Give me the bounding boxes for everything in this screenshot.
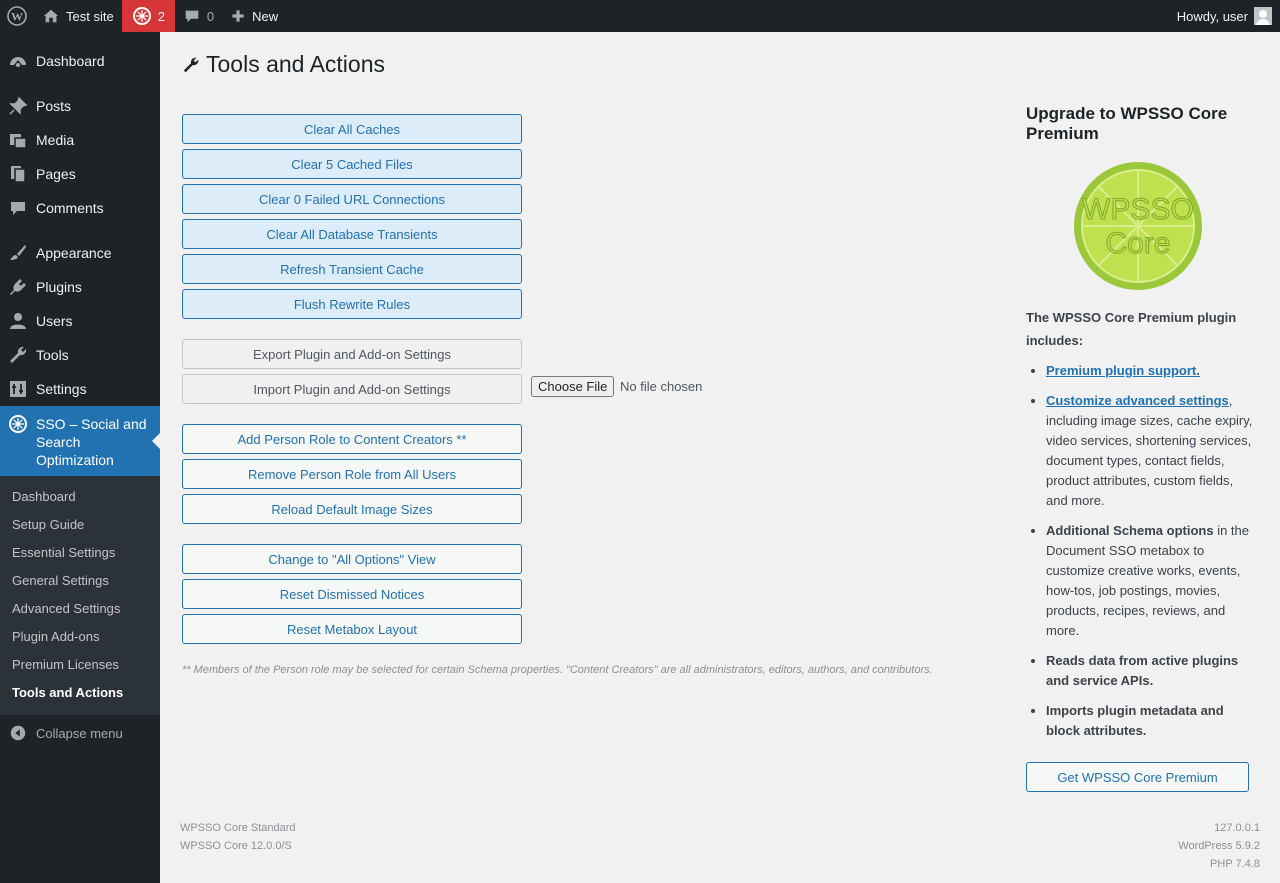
avatar — [1254, 7, 1272, 25]
refresh-transient-cache-button[interactable]: Refresh Transient Cache — [182, 254, 522, 284]
page-title: Tools and Actions — [182, 51, 385, 78]
my-account-link[interactable]: Howdy, user — [1169, 0, 1280, 32]
clear-cached-files-button[interactable]: Clear 5 Cached Files — [182, 149, 522, 179]
premium-support-link[interactable]: Premium plugin support. — [1046, 363, 1200, 378]
upgrade-title: Upgrade to WPSSO Core Premium — [1026, 104, 1228, 143]
comment-icon — [183, 7, 201, 25]
reset-metabox-layout-button[interactable]: Reset Metabox Layout — [182, 614, 522, 644]
sidebar-item-appearance[interactable]: Appearance — [0, 236, 160, 270]
wpsso-core-logo: WPSSO Core — [1074, 162, 1202, 290]
get-premium-button[interactable]: Get WPSSO Core Premium — [1026, 762, 1249, 792]
sso-submenu: Dashboard Setup Guide Essential Settings… — [0, 476, 160, 715]
submenu-item-dashboard[interactable]: Dashboard — [12, 489, 76, 504]
clear-database-transients-button[interactable]: Clear All Database Transients — [182, 219, 522, 249]
sidebar-item-sso[interactable]: SSO – Social and Search Optimization — [0, 406, 160, 476]
site-name-link[interactable]: Test site — [34, 0, 122, 32]
list-item: Premium plugin support. — [1046, 361, 1256, 381]
list-item: Additional Schema options in the Documen… — [1046, 521, 1256, 641]
sidebar-item-settings[interactable]: Settings — [0, 372, 160, 406]
sidebar-item-media[interactable]: Media — [0, 123, 160, 157]
export-settings-button[interactable]: Export Plugin and Add-on Settings — [182, 339, 522, 369]
upgrade-intro: The WPSSO Core Premium plugin includes: — [1026, 310, 1237, 348]
new-content-link[interactable]: New — [222, 0, 286, 32]
brush-icon — [0, 243, 36, 263]
updates-link[interactable]: 2 — [121, 0, 175, 32]
submenu-item-general-settings[interactable]: General Settings — [12, 573, 109, 588]
current-arrow — [152, 433, 160, 449]
file-status: No file chosen — [620, 379, 703, 394]
admin-sidebar: Dashboard Posts Media Pages Comments App… — [0, 32, 160, 883]
reset-dismissed-notices-button[interactable]: Reset Dismissed Notices — [182, 579, 522, 609]
main-content: Tools and Actions Clear All Caches Clear… — [160, 32, 1280, 883]
user-icon — [0, 311, 36, 331]
feature-list: Premium plugin support. Customize advanc… — [1026, 361, 1256, 751]
remove-person-role-button[interactable]: Remove Person Role from All Users — [182, 459, 522, 489]
footnote: ** Members of the Person role may be sel… — [182, 664, 933, 676]
media-icon — [0, 130, 36, 150]
settings-icon — [0, 379, 36, 399]
wordpress-icon: W — [7, 6, 27, 26]
add-person-role-button[interactable]: Add Person Role to Content Creators ** — [182, 424, 522, 454]
footer-left: WPSSO Core Standard WPSSO Core 12.0.0/S — [180, 822, 296, 852]
list-item: Imports plugin metadata and block attrib… — [1046, 701, 1256, 741]
wpsso-icon — [132, 6, 152, 26]
comment-icon — [0, 198, 36, 218]
list-item: Reads data from active plugins and servi… — [1046, 651, 1256, 691]
plugin-icon — [0, 277, 36, 297]
customize-settings-link[interactable]: Customize advanced settings — [1046, 393, 1229, 408]
sidebar-item-comments[interactable]: Comments — [0, 191, 160, 225]
submenu-item-setup-guide[interactable]: Setup Guide — [12, 517, 84, 532]
submenu-item-premium-licenses[interactable]: Premium Licenses — [12, 657, 119, 672]
dashboard-icon — [0, 51, 36, 71]
sidebar-item-dashboard[interactable]: Dashboard — [0, 44, 160, 78]
collapse-menu-button[interactable]: Collapse menu — [0, 721, 160, 745]
wordpress-logo-button[interactable]: W — [0, 0, 34, 32]
admin-bar: W Test site 2 0 New Howdy, user — [0, 0, 1280, 32]
logo-text: Core — [1105, 227, 1170, 260]
list-item: Customize advanced settings, including i… — [1046, 391, 1256, 511]
submenu-item-advanced-settings[interactable]: Advanced Settings — [12, 601, 120, 616]
submenu-item-tools-and-actions[interactable]: Tools and Actions — [12, 685, 123, 700]
import-settings-button[interactable]: Import Plugin and Add-on Settings — [182, 374, 522, 404]
logo-text: WPSSO — [1082, 193, 1194, 226]
clear-failed-url-connections-button[interactable]: Clear 0 Failed URL Connections — [182, 184, 522, 214]
pages-icon — [0, 164, 36, 184]
flush-rewrite-rules-button[interactable]: Flush Rewrite Rules — [182, 289, 522, 319]
sidebar-item-label: SSO – Social and Search Optimization — [36, 416, 147, 468]
updates-count: 2 — [157, 8, 165, 24]
wrench-icon — [182, 56, 200, 74]
choose-file-button[interactable]: Choose File — [531, 376, 615, 397]
submenu-item-plugin-addons[interactable]: Plugin Add-ons — [12, 629, 99, 644]
comments-count: 0 — [206, 8, 215, 24]
sidebar-item-plugins[interactable]: Plugins — [0, 270, 160, 304]
collapse-icon — [0, 724, 36, 742]
greeting: Howdy, user — [1176, 8, 1248, 24]
home-icon — [42, 7, 60, 25]
clear-all-caches-button[interactable]: Clear All Caches — [182, 114, 522, 144]
wrench-icon — [0, 345, 36, 365]
wpsso-icon — [8, 414, 28, 437]
sidebar-item-tools[interactable]: Tools — [0, 338, 160, 372]
footer-right: 127.0.0.1 WordPress 5.9.2 PHP 7.4.8 — [1178, 822, 1260, 870]
comments-link[interactable]: 0 — [175, 0, 222, 32]
plus-icon — [230, 8, 246, 24]
site-name: Test site — [66, 8, 114, 24]
sidebar-item-users[interactable]: Users — [0, 304, 160, 338]
svg-text:W: W — [11, 10, 23, 24]
reload-image-sizes-button[interactable]: Reload Default Image Sizes — [182, 494, 522, 524]
submenu-item-essential-settings[interactable]: Essential Settings — [12, 545, 115, 560]
sidebar-item-posts[interactable]: Posts — [0, 89, 160, 123]
sidebar-item-pages[interactable]: Pages — [0, 157, 160, 191]
new-label: New — [252, 8, 279, 24]
change-view-button[interactable]: Change to "All Options" View — [182, 544, 522, 574]
pin-icon — [0, 96, 36, 116]
